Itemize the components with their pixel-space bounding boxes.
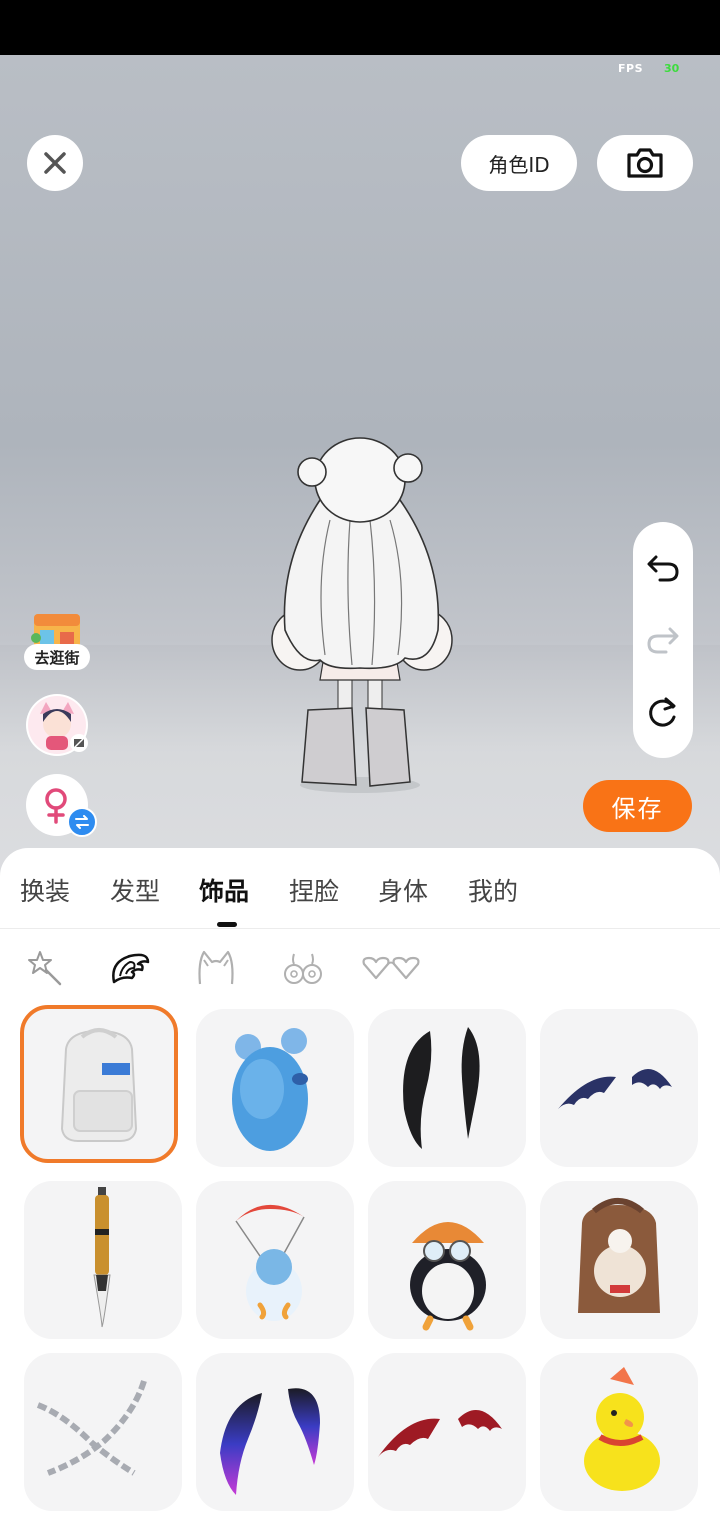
bear-backpack-icon [578, 1198, 660, 1313]
fps-label: FPS [618, 62, 643, 75]
penguin-aviator-icon [410, 1222, 486, 1331]
tab-body[interactable]: 身体 [378, 872, 428, 908]
tab-indicator [217, 922, 237, 927]
item-yellow-duck[interactable] [540, 1353, 698, 1511]
gradient-wings-icon [220, 1388, 320, 1495]
subcat-headwear[interactable] [194, 946, 238, 990]
red-bat-wings-icon [378, 1410, 502, 1457]
item-bat-wings-red[interactable] [368, 1353, 526, 1511]
item-penguin-parachute[interactable] [196, 1181, 354, 1339]
gender-switch-button[interactable] [26, 774, 97, 837]
wing-icon [112, 953, 150, 984]
avatar-character[interactable] [260, 430, 460, 800]
backpack-icon [60, 1028, 138, 1142]
camera-icon [627, 148, 663, 178]
swap-icon [67, 807, 97, 837]
role-id-button[interactable]: 角色ID [461, 135, 577, 191]
glasses-icon [362, 956, 420, 980]
tab-accessories[interactable]: 饰品 [199, 872, 249, 908]
item-bat-wings-dark[interactable] [540, 1009, 698, 1167]
item-bear-backpack[interactable] [540, 1181, 698, 1339]
chains-icon [36, 1380, 147, 1476]
black-wings-icon [403, 1027, 480, 1149]
history-controls [633, 522, 693, 758]
item-silver-chains[interactable] [24, 1353, 182, 1511]
brush-icon [93, 1187, 111, 1328]
item-penguin-aviator[interactable] [368, 1181, 526, 1339]
category-tabs: 换装 发型 饰品 捏脸 身体 我的 [0, 848, 720, 928]
headband-icon [198, 950, 234, 985]
reset-button[interactable] [645, 694, 681, 730]
undo-button[interactable] [645, 550, 681, 586]
penguin-parachute-icon [235, 1204, 305, 1321]
subcat-earrings[interactable] [282, 946, 326, 990]
save-button[interactable]: 保存 [583, 780, 692, 832]
status-bar [0, 0, 720, 55]
close-button[interactable] [27, 135, 83, 191]
tab-hairstyle[interactable]: 发型 [110, 872, 160, 908]
item-calligraphy-brush[interactable] [24, 1181, 182, 1339]
divider [0, 928, 720, 929]
earring-icon [284, 953, 322, 984]
item-black-wings[interactable] [368, 1009, 526, 1167]
go-shopping-label: 去逛街 [24, 644, 90, 670]
duck-icon [584, 1367, 660, 1491]
camera-button[interactable] [597, 135, 693, 191]
star-wand-icon [28, 951, 62, 986]
redo-button[interactable] [645, 622, 681, 658]
tab-face[interactable]: 捏脸 [289, 872, 339, 908]
undo-icon [647, 555, 679, 582]
tab-mine[interactable]: 我的 [468, 872, 518, 908]
item-blue-mouse-backpack[interactable] [196, 1009, 354, 1167]
go-shopping-button[interactable]: 去逛街 [24, 608, 90, 670]
item-white-backpack[interactable] [20, 1005, 178, 1163]
close-icon [44, 152, 66, 174]
tab-outfit[interactable]: 换装 [20, 872, 70, 908]
subcat-wand[interactable] [24, 946, 68, 990]
hidden-badge-icon [70, 734, 88, 752]
fps-value: 30 [664, 62, 680, 75]
mouse-backpack-icon [232, 1028, 308, 1151]
subcat-glasses[interactable] [360, 946, 424, 990]
item-purple-gradient-wings[interactable] [196, 1353, 354, 1511]
role-id-label: 角色ID [488, 152, 550, 177]
reset-icon [649, 697, 676, 727]
avatar-thumbnail-button[interactable] [26, 694, 88, 756]
redo-icon [647, 627, 679, 654]
bat-wings-icon [558, 1069, 672, 1109]
subcat-wings[interactable] [108, 946, 152, 990]
